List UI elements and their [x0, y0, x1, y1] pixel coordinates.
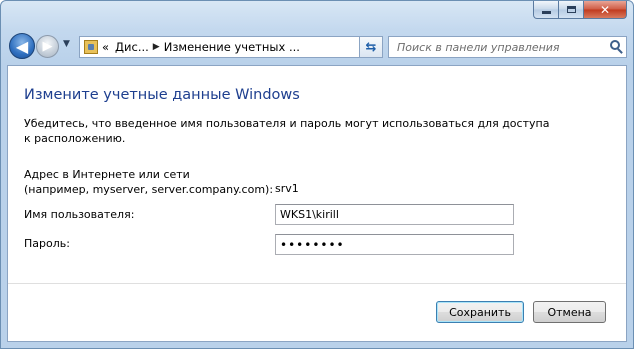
password-field[interactable]	[275, 234, 514, 255]
back-arrow-icon: ◀	[15, 36, 29, 56]
address-value: srv1	[275, 182, 299, 195]
caption-buttons: ✕	[533, 1, 627, 19]
footer-divider	[8, 283, 626, 284]
breadcrumb-item-1[interactable]: Дис...	[115, 40, 149, 54]
maximize-button[interactable]	[559, 1, 584, 19]
refresh-button[interactable]: ⇆	[359, 36, 383, 58]
refresh-icon: ⇆	[365, 39, 377, 55]
content-pane: Измените учетные данные Windows Убедитес…	[7, 65, 627, 342]
control-panel-icon	[84, 40, 98, 54]
username-field[interactable]	[275, 204, 514, 225]
minimize-icon	[541, 10, 551, 14]
save-button[interactable]: Сохранить	[436, 301, 524, 323]
breadcrumb-separator-icon[interactable]: ▶	[153, 42, 160, 52]
forward-button[interactable]: ▶	[36, 35, 59, 58]
cancel-button[interactable]: Отмена	[533, 301, 606, 323]
search-box[interactable]	[388, 36, 627, 58]
close-button[interactable]: ✕	[584, 1, 627, 19]
address-label-line-2: (например, myserver, server.company.com)…	[24, 183, 274, 196]
address-bar[interactable]: « Дис... ▶ Изменение учетных ... ▼	[79, 36, 379, 58]
navigation-bar: ◀ ▶ ▼ « Дис... ▶ Изменение учетных ... ▼…	[7, 31, 627, 61]
username-label: Имя пользователя:	[24, 208, 135, 221]
breadcrumb-item-2[interactable]: Изменение учетных ...	[164, 40, 300, 54]
back-button[interactable]: ◀	[9, 33, 35, 59]
close-icon: ✕	[599, 2, 611, 17]
forward-arrow-icon: ▶	[42, 39, 53, 54]
recent-pages-button[interactable]: ▼	[63, 39, 75, 51]
minimize-button[interactable]	[533, 1, 559, 19]
credentials-window: ✕ ◀ ▶ ▼ « Дис... ▶ Изменение учетных ...…	[0, 0, 634, 349]
search-input[interactable]	[389, 39, 609, 55]
password-label: Пароль:	[24, 237, 70, 250]
address-label-line-1: Адрес в Интернете или сети	[24, 168, 190, 181]
page-title: Измените учетные данные Windows	[24, 87, 300, 103]
address-label: Адрес в Интернете или сети (например, my…	[24, 167, 273, 197]
maximize-icon	[566, 6, 576, 13]
search-icon[interactable]	[610, 40, 620, 50]
breadcrumb-overflow[interactable]: «	[102, 40, 109, 54]
instructions-text: Убедитесь, что введенное имя пользовател…	[24, 117, 550, 145]
chevron-down-icon: ▼	[63, 39, 70, 49]
